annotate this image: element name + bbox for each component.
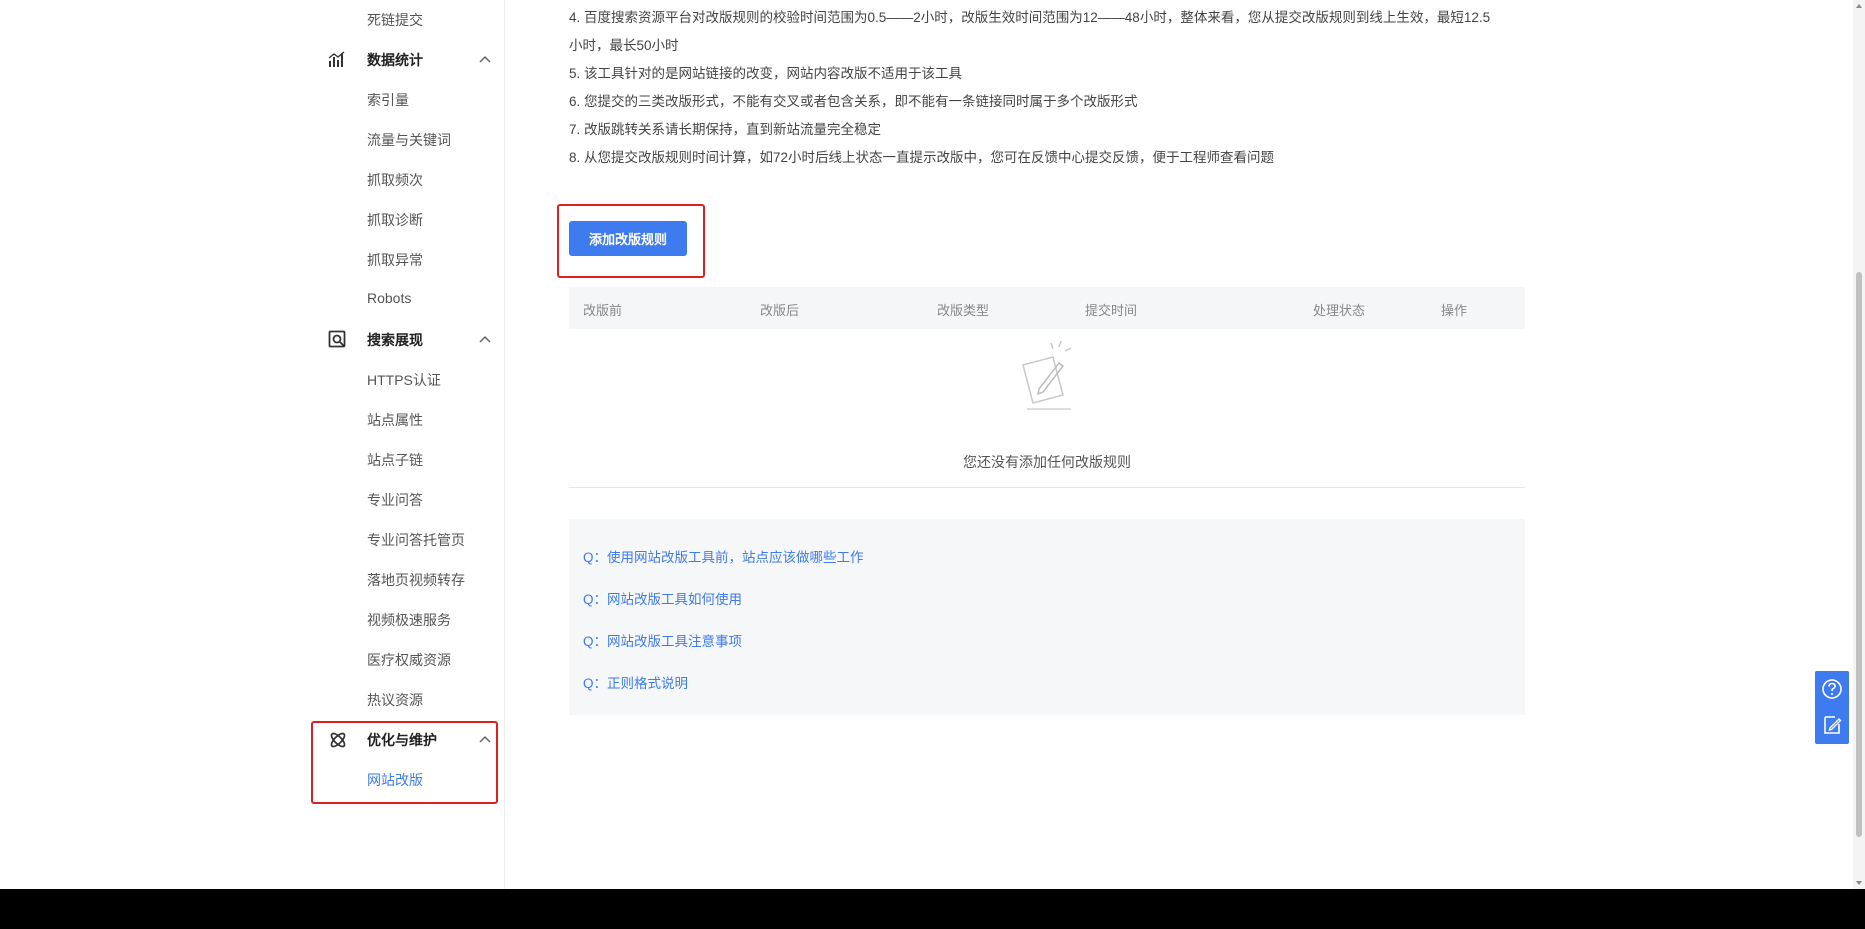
sidebar-item-pro-qa[interactable]: 专业问答 [367,490,423,510]
help-icon[interactable] [1820,677,1844,701]
empty-state-text: 您还没有添加任何改版规则 [963,454,1131,470]
note-line: 小时，最长50小时 [569,38,679,53]
highlight-box-sidebar [311,721,498,804]
note-line: 8. 从您提交改版规则时间计算，如72小时后线上状态一直提示改版中，您可在反馈中… [569,150,1275,165]
column-header-status: 处理状态 [1313,303,1366,318]
sidebar-item-robots[interactable]: Robots [367,290,411,306]
sidebar-item-crawl-frequency[interactable]: 抓取频次 [367,170,423,190]
sidebar-group-label: 搜索展现 [367,332,423,348]
sidebar-item-medical-resource[interactable]: 医疗权威资源 [367,650,451,670]
search-display-icon [327,329,349,351]
note-line: 5. 该工具针对的是网站链接的改变，网站内容改版不适用于该工具 [569,66,963,81]
footer-bar [0,889,1865,929]
sidebar-item-video-fast[interactable]: 视频极速服务 [367,610,451,630]
sidebar-item-site-attributes[interactable]: 站点属性 [367,410,423,430]
faq-link-prep[interactable]: Q：使用网站改版工具前，站点应该做哪些工作 [583,546,864,566]
faq-link-regex[interactable]: Q：正则格式说明 [583,672,688,692]
column-header-actions: 操作 [1441,303,1468,318]
sidebar-item-https[interactable]: HTTPS认证 [367,370,441,390]
note-line: 6. 您提交的三类改版形式，不能有交叉或者包含关系，即不能有一条链接同时属于多个… [569,94,1138,109]
sidebar-group-data-stats[interactable]: 数据统计 [327,48,504,72]
faq-link-howto[interactable]: Q：网站改版工具如何使用 [583,588,742,608]
scroll-up-icon[interactable] [1855,2,1863,10]
sidebar-nav: 死链提交 数据统计 索引量 流量与关键词 抓取频次 抓取诊断 抓取异常 Robo… [311,0,505,889]
scrollbar-thumb[interactable] [1856,272,1862,837]
note-line: 4. 百度搜索资源平台对改版规则的校验时间范围为0.5——2小时，改版生效时间范… [569,10,1491,25]
sidebar-group-search-display[interactable]: 搜索展现 [327,328,504,352]
sidebar-item-traffic-keywords[interactable]: 流量与关键词 [367,130,451,150]
sidebar-item-hot-topics[interactable]: 热议资源 [367,690,423,710]
sidebar-item-dead-link-submit[interactable]: 死链提交 [367,10,423,30]
empty-document-icon [1022,340,1072,410]
feedback-edit-icon[interactable] [1820,713,1844,737]
sidebar-item-crawl-errors[interactable]: 抓取异常 [367,250,423,270]
column-header-submit-time: 提交时间 [1085,303,1138,318]
sidebar-item-landing-video[interactable]: 落地页视频转存 [367,570,465,590]
chevron-up-icon[interactable] [477,331,493,347]
table-empty-state: 您还没有添加任何改版规则 [569,329,1525,488]
sidebar-item-site-sublinks[interactable]: 站点子链 [367,450,423,470]
sidebar-item-crawl-diagnosis[interactable]: 抓取诊断 [367,210,423,230]
floating-tools [1815,671,1849,744]
highlight-box-add-button [557,204,705,278]
note-line: 7. 改版跳转关系请长期保持，直到新站流量完全稳定 [569,122,882,137]
faq-link-notes[interactable]: Q：网站改版工具注意事项 [583,630,742,650]
vertical-scrollbar[interactable] [1853,0,1865,889]
sidebar-item-index-volume[interactable]: 索引量 [367,90,409,110]
sidebar-group-label: 数据统计 [367,52,423,68]
column-header-type: 改版类型 [937,303,990,318]
chevron-up-icon[interactable] [477,51,493,67]
faq-panel: Q：使用网站改版工具前，站点应该做哪些工作 Q：网站改版工具如何使用 Q：网站改… [569,519,1525,715]
sidebar-item-pro-qa-hosted[interactable]: 专业问答托管页 [367,530,465,550]
column-header-before: 改版前 [583,303,623,318]
table-header: 改版前 改版后 改版类型 提交时间 处理状态 操作 [569,287,1525,329]
bar-chart-icon [327,49,349,71]
scroll-down-icon[interactable] [1855,879,1863,887]
column-header-after: 改版后 [760,303,800,318]
